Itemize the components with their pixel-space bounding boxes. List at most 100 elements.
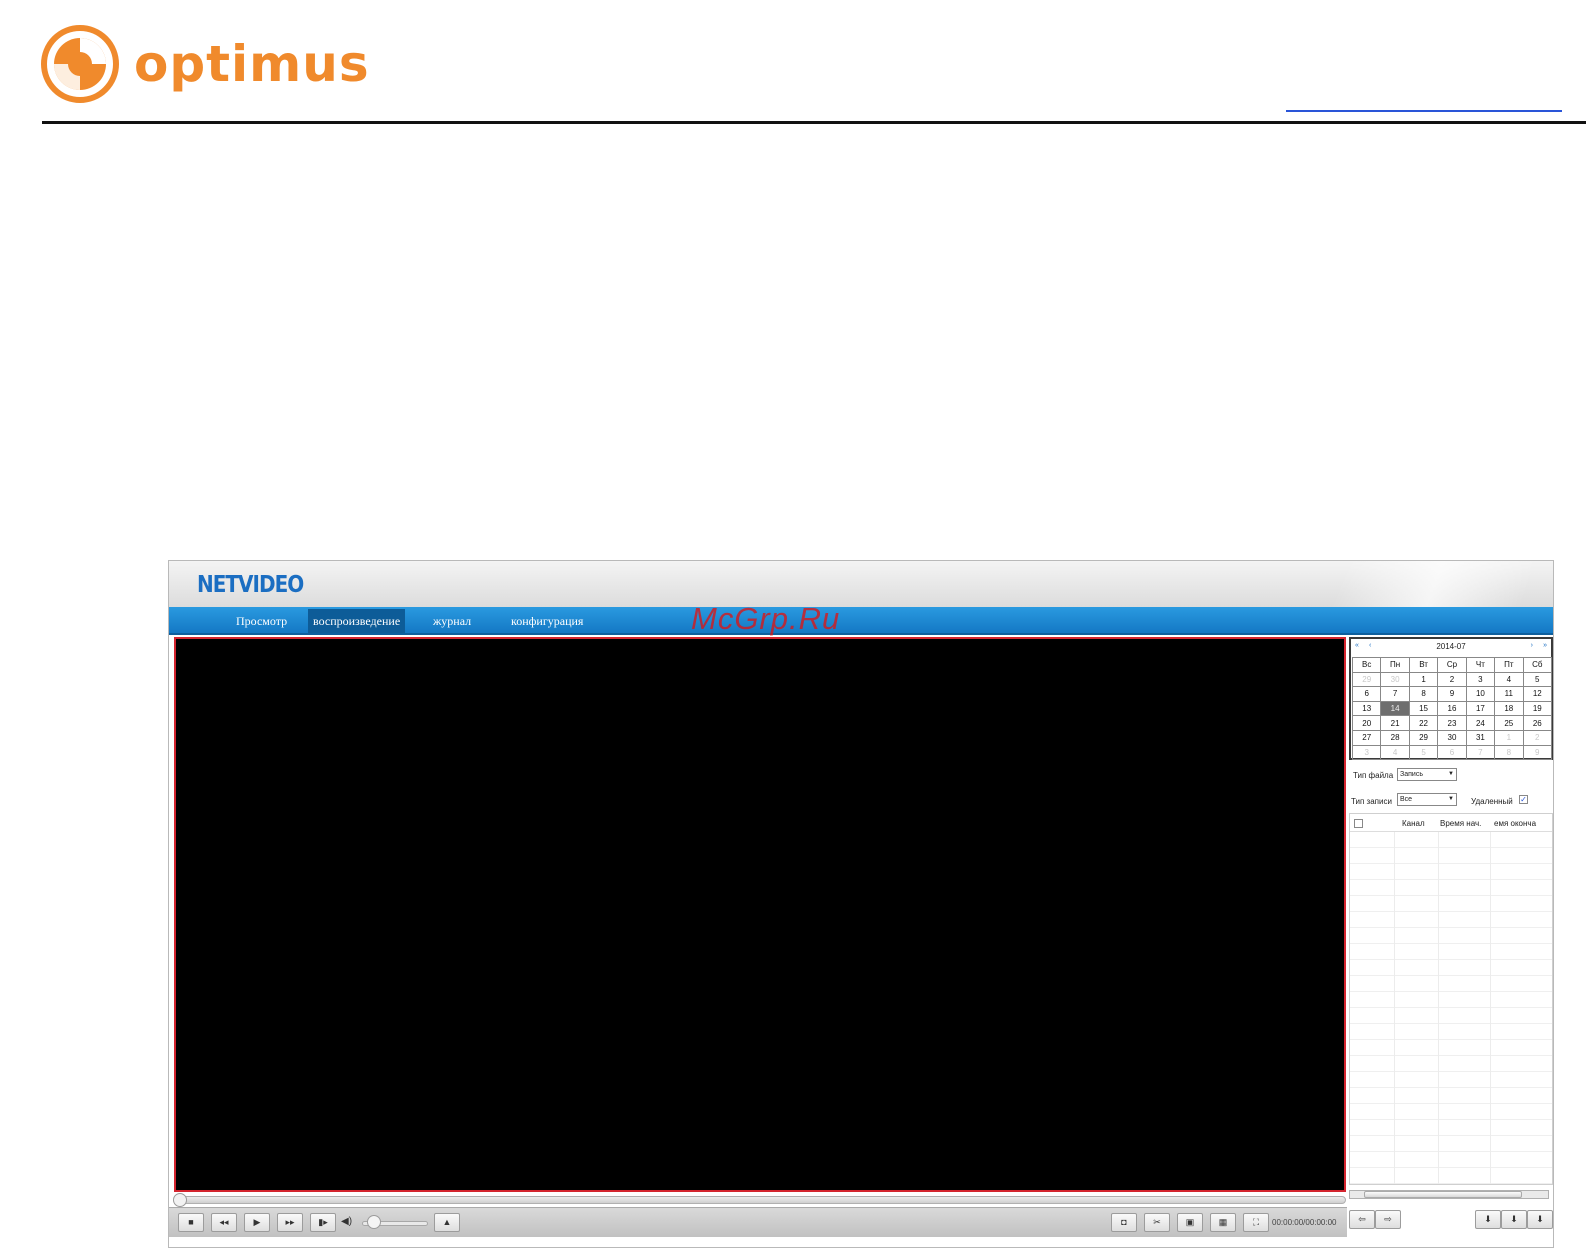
column-end-time[interactable]: емя оконча <box>1494 819 1536 828</box>
scrollbar-thumb[interactable] <box>1364 1191 1522 1198</box>
column-channel[interactable]: Канал <box>1402 819 1425 828</box>
video-viewport[interactable] <box>174 637 1346 1192</box>
document-page: optimus NETVIDEO Просмотр воспроизведени… <box>0 0 1586 1260</box>
calendar-day[interactable]: 25 <box>1494 715 1524 731</box>
download-icon: ⬇ <box>1484 1214 1492 1224</box>
calendar-day[interactable]: 1 <box>1494 729 1524 746</box>
calendar-day[interactable]: 8 <box>1494 744 1524 761</box>
brand-name: optimus <box>134 35 370 93</box>
volume-handle[interactable] <box>367 1215 381 1229</box>
calendar-header: « ‹ 2014-07 › » <box>1351 641 1551 655</box>
play-icon: ▶ <box>253 1217 261 1227</box>
calendar-day[interactable]: 30 <box>1437 729 1467 746</box>
previous-file-button[interactable]: ⇦ <box>1349 1210 1375 1229</box>
calendar-day[interactable]: 23 <box>1437 715 1467 731</box>
playback-seek-bar[interactable] <box>173 1193 1346 1207</box>
calendar-day[interactable]: 13 <box>1351 700 1382 717</box>
calendar-day[interactable]: 7 <box>1380 686 1410 702</box>
horizontal-scrollbar[interactable] <box>1349 1190 1549 1199</box>
stop-button[interactable]: ■ <box>178 1213 204 1232</box>
calendar-day[interactable]: 27 <box>1351 729 1382 746</box>
play-button[interactable]: ▶ <box>244 1213 270 1232</box>
tab-configuration[interactable]: конфигурация <box>506 609 588 633</box>
record-type-select[interactable]: Все ▼ <box>1397 793 1457 806</box>
column-divider <box>1490 832 1491 1184</box>
calendar-day[interactable]: 31 <box>1465 729 1496 746</box>
step-frame-button[interactable]: ▮▸ <box>310 1213 336 1232</box>
calendar-day[interactable]: 1 <box>1408 671 1439 688</box>
calendar-day[interactable]: 4 <box>1380 744 1410 761</box>
snapshot-button[interactable]: ◘ <box>1111 1213 1137 1232</box>
calendar-day[interactable]: 29 <box>1408 729 1439 746</box>
download-by-time-button[interactable]: ⬇ <box>1501 1210 1527 1229</box>
calendar-day[interactable]: 5 <box>1522 671 1553 688</box>
watermark: McGrp.Ru <box>691 601 841 636</box>
calendar-day[interactable]: 26 <box>1522 715 1553 731</box>
calendar-day[interactable]: 2 <box>1437 671 1467 688</box>
single-view-button[interactable]: ▣ <box>1177 1213 1203 1232</box>
calendar-day[interactable]: 19 <box>1522 700 1553 717</box>
calendar-day[interactable]: 7 <box>1465 744 1496 761</box>
column-start-time[interactable]: Время нач. <box>1440 819 1481 828</box>
calendar-day[interactable]: 30 <box>1380 671 1410 688</box>
calendar-week: 6 7 8 9 10 11 12 <box>1351 686 1553 702</box>
deleted-checkbox[interactable]: ✓ <box>1519 795 1528 804</box>
volume-icon[interactable]: ◀) <box>341 1216 352 1227</box>
slow-button[interactable]: ◂◂ <box>211 1213 237 1232</box>
calendar-day[interactable]: 29 <box>1351 671 1382 688</box>
calendar-day[interactable]: 6 <box>1351 686 1382 702</box>
record-type-label: Тип записи <box>1351 797 1392 806</box>
eject-button[interactable]: ▲ <box>434 1213 460 1232</box>
calendar-day[interactable]: 11 <box>1494 686 1524 702</box>
main-nav: Просмотр воспроизведение журнал конфигур… <box>169 607 1553 635</box>
calendar-day[interactable]: 20 <box>1351 715 1382 731</box>
clip-button[interactable]: ✂ <box>1144 1213 1170 1232</box>
calendar-day[interactable]: 16 <box>1437 700 1467 717</box>
calendar-week: 27 28 29 30 31 1 2 <box>1351 729 1553 746</box>
next-year-icon[interactable]: » <box>1543 642 1547 649</box>
calendar-day[interactable]: 10 <box>1465 686 1496 702</box>
calendar-day[interactable]: 18 <box>1494 700 1524 717</box>
calendar-day[interactable]: 8 <box>1408 686 1439 702</box>
fullscreen-button[interactable]: ⛶ <box>1243 1213 1269 1232</box>
calendar-day[interactable]: 15 <box>1408 700 1439 717</box>
calendar-day[interactable]: 17 <box>1465 700 1496 717</box>
optimus-logo-icon <box>41 25 119 103</box>
calendar-day[interactable]: 14 <box>1380 700 1410 717</box>
single-view-icon: ▣ <box>1185 1217 1195 1227</box>
next-file-button[interactable]: ⇨ <box>1375 1210 1401 1229</box>
slow-icon: ◂◂ <box>219 1217 229 1227</box>
calendar-day[interactable]: 12 <box>1522 686 1553 702</box>
download-manager-button[interactable]: ⬇ <box>1527 1210 1553 1229</box>
select-all-checkbox[interactable] <box>1354 819 1363 828</box>
calendar-day[interactable]: 28 <box>1380 729 1410 746</box>
tab-preview[interactable]: Просмотр <box>231 609 292 633</box>
next-month-icon[interactable]: › <box>1531 642 1533 649</box>
column-divider <box>1438 832 1439 1184</box>
calendar-day[interactable]: 4 <box>1494 671 1524 688</box>
playback-time: 00:00:00/00:00:00 <box>1272 1218 1337 1227</box>
calendar-grid: Вс Пн Вт Ср Чт Пт Сб 29 30 1 2 3 4 5 6 7 8 9 10 11 12… <box>1351 657 1553 761</box>
header-link-underline[interactable] <box>1286 110 1562 112</box>
calendar-day[interactable]: 21 <box>1380 715 1410 731</box>
quad-view-button[interactable]: ▦ <box>1210 1213 1236 1232</box>
fast-button[interactable]: ▸▸ <box>277 1213 303 1232</box>
calendar-day[interactable]: 9 <box>1522 744 1553 761</box>
calendar-day[interactable]: 6 <box>1437 744 1467 761</box>
calendar-day[interactable]: 3 <box>1465 671 1496 688</box>
calendar-day[interactable]: 3 <box>1351 744 1382 761</box>
tab-playback[interactable]: воспроизведение <box>308 609 406 633</box>
calendar-day[interactable]: 9 <box>1437 686 1467 702</box>
calendar-day[interactable]: 22 <box>1408 715 1439 731</box>
tab-log[interactable]: журнал <box>428 609 476 633</box>
seek-handle[interactable] <box>173 1193 187 1207</box>
calendar-day[interactable]: 5 <box>1408 744 1439 761</box>
calendar-day[interactable]: 2 <box>1522 729 1553 746</box>
record-type-value: Все <box>1400 796 1413 803</box>
file-type-select[interactable]: Запись ▼ <box>1397 768 1457 781</box>
download-button[interactable]: ⬇ <box>1475 1210 1501 1229</box>
calendar-week: 13 14 15 16 17 18 19 <box>1351 700 1553 717</box>
chevron-down-icon: ▼ <box>1448 796 1454 802</box>
calendar-day[interactable]: 24 <box>1465 715 1496 731</box>
eject-icon: ▲ <box>442 1217 452 1227</box>
